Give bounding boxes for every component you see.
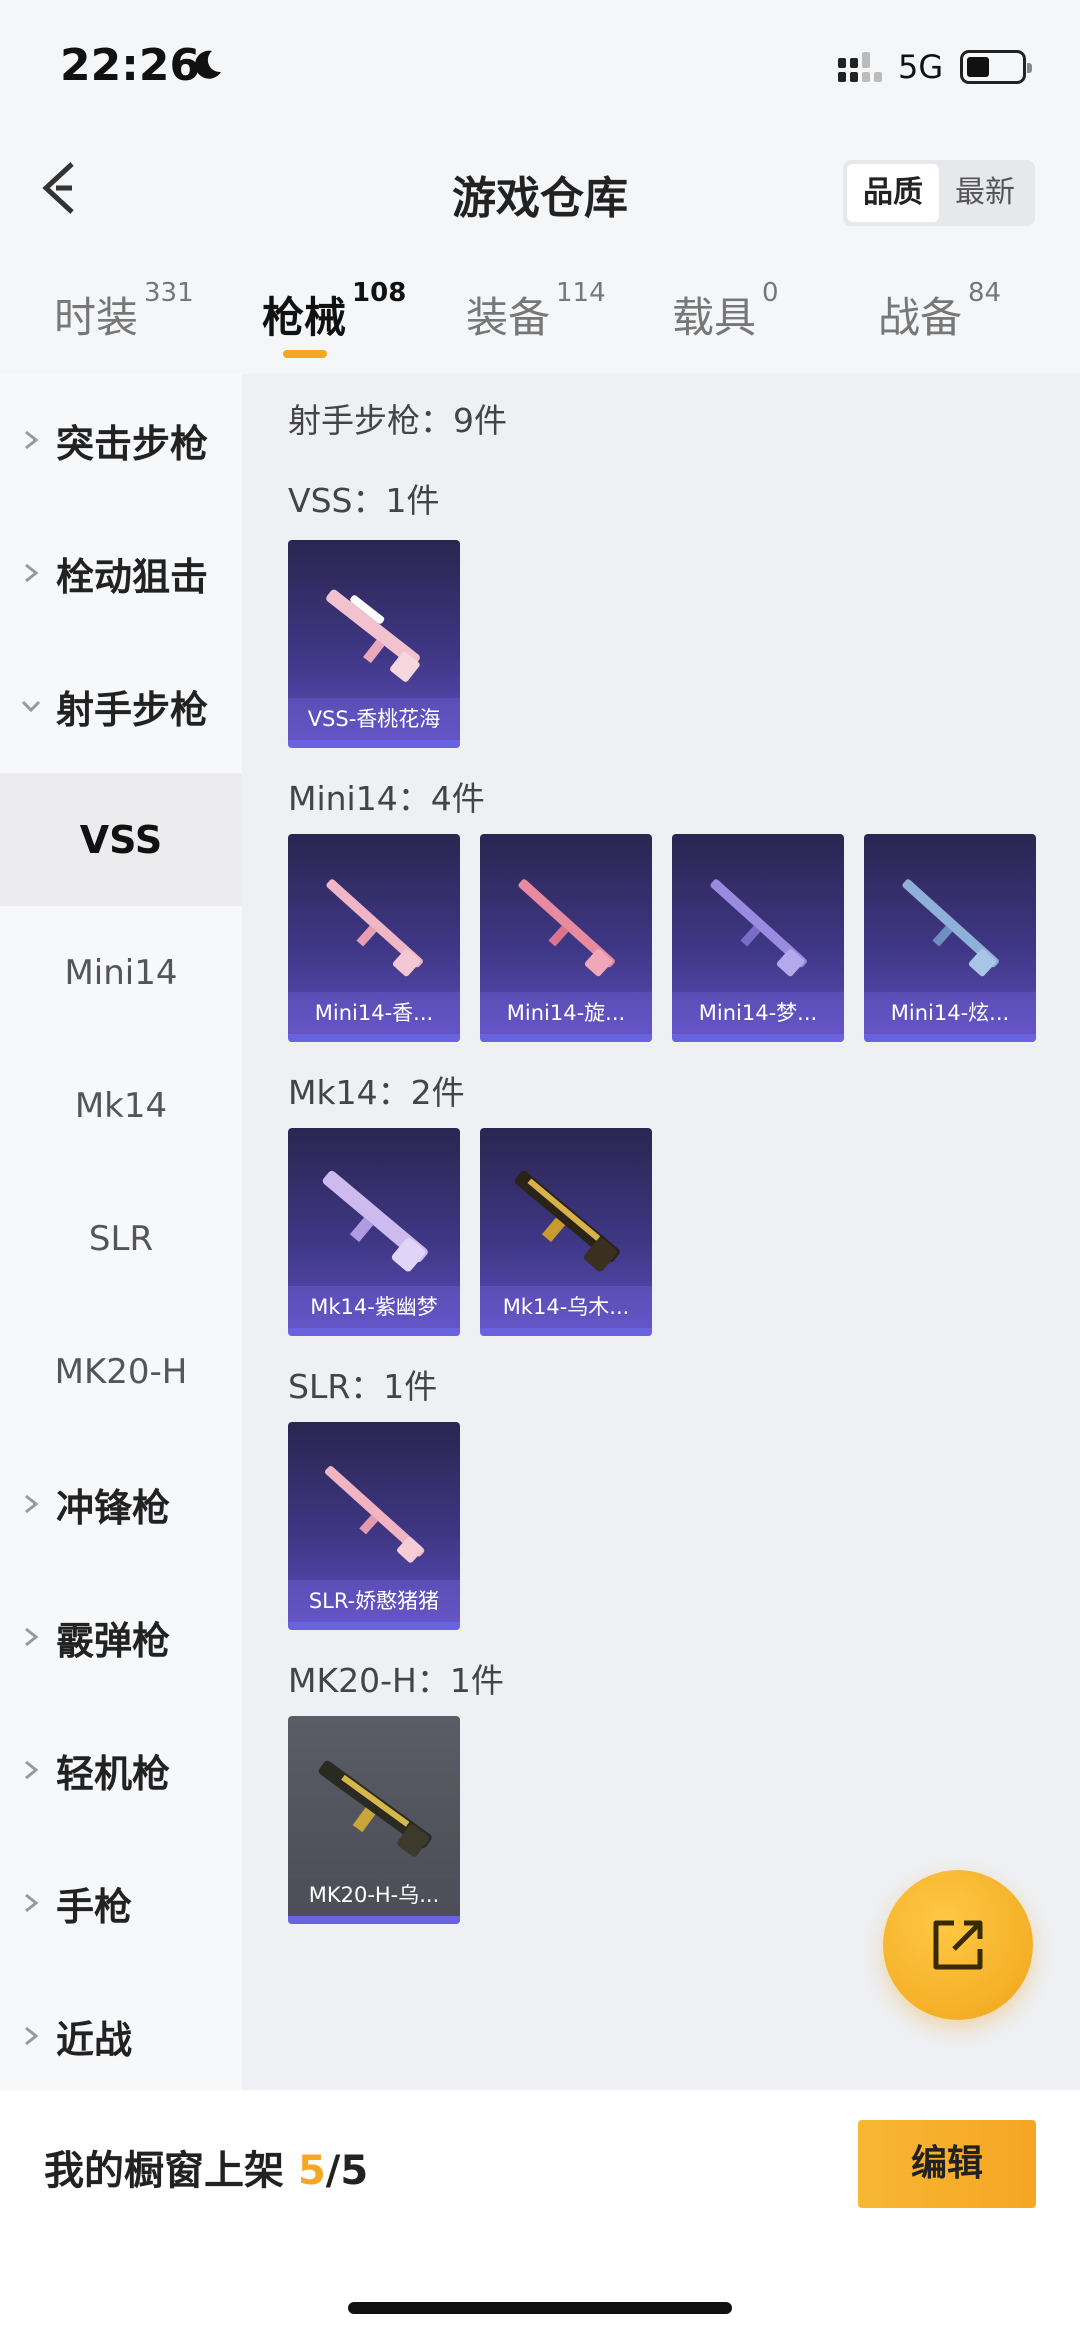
weapon-card[interactable]: Mini14-旋... [480, 834, 652, 1042]
rifle-skin-image [514, 1170, 620, 1272]
sort-quality-button[interactable]: 品质 [847, 164, 939, 222]
rifle-skin-image [902, 879, 999, 977]
rifle-skin-image [710, 879, 807, 977]
sidebar-item-bolt-sniper[interactable]: 栓动狙击 [0, 507, 242, 640]
section-title: Mk14：2件 [288, 1073, 465, 1112]
header: 游戏仓库 品质 最新 [0, 130, 1080, 250]
sidebar-item-vss[interactable]: VSS [0, 773, 242, 906]
sidebar-item-mini14[interactable]: Mini14 [0, 906, 242, 1039]
weapon-list: 射手步枪：9件 VSS：1件 VSS-香桃花海 Mini14：4件 Mini14… [242, 374, 1080, 2090]
weapon-name: Mini14-梦... [672, 992, 844, 1034]
tab-supplies[interactable]: 战备 84 [878, 278, 1001, 345]
tab-equipment[interactable]: 装备 114 [466, 278, 606, 345]
tab-weapons[interactable]: 枪械 108 [262, 278, 406, 345]
tab-outfits[interactable]: 时装 331 [54, 278, 194, 345]
section-title: Mini14：4件 [288, 779, 485, 818]
weapon-name: Mini14-旋... [480, 992, 652, 1034]
chevron-right-icon [25, 2026, 39, 2046]
sidebar-item-smg[interactable]: 冲锋枪 [0, 1438, 242, 1571]
rarity-bar [288, 1916, 460, 1924]
rarity-bar [480, 1328, 652, 1336]
category-tabs: 时装 331 枪械 108 装备 114 载具 0 战备 84 [0, 262, 1080, 372]
rifle-skin-image [322, 1170, 428, 1272]
rarity-bar [288, 1622, 460, 1630]
sidebar-item-mk14[interactable]: Mk14 [0, 1039, 242, 1172]
sort-toggle: 品质 最新 [843, 160, 1035, 226]
weapon-name: Mk14-紫幽梦 [288, 1286, 460, 1328]
battery-icon [960, 50, 1032, 84]
sidebar-item-mk20h[interactable]: MK20-H [0, 1305, 242, 1438]
weapon-name: MK20-H-乌... [288, 1874, 460, 1916]
share-external-icon [933, 1920, 983, 1970]
rifle-skin-image [518, 879, 615, 977]
weapon-card[interactable]: SLR-娇憨猪猪 [288, 1422, 460, 1630]
category-title: 射手步枪：9件 [288, 401, 507, 440]
chevron-right-icon [25, 1760, 39, 1780]
edit-button[interactable]: 编辑 [858, 2120, 1036, 2208]
rarity-bar [288, 1328, 460, 1336]
chevron-right-icon [25, 1627, 39, 1647]
status-bar: 22:26 5G [0, 0, 1080, 130]
weapon-name: Mini14-炫... [864, 992, 1036, 1034]
chevron-right-icon [25, 1494, 39, 1514]
sidebar-item-melee[interactable]: 近战 [0, 1970, 242, 2103]
chevron-right-icon [25, 563, 39, 583]
showcase-count: 5 [297, 2148, 326, 2194]
rarity-bar [480, 1034, 652, 1042]
weapon-name: Mini14-香... [288, 992, 460, 1034]
rarity-bar [672, 1034, 844, 1042]
rarity-bar [864, 1034, 1036, 1042]
weapon-card[interactable]: Mk14-乌木... [480, 1128, 652, 1336]
sidebar-item-assault-rifle[interactable]: 突击步枪 [0, 374, 242, 507]
bottom-bar: 我的橱窗上架 5/5 编辑 [0, 2090, 1080, 2337]
moon-icon [195, 50, 221, 79]
rarity-bar [288, 740, 460, 748]
weapon-name: VSS-香桃花海 [288, 698, 460, 740]
section-title: MK20-H：1件 [288, 1661, 504, 1700]
chevron-right-icon [25, 1893, 39, 1913]
section-title: SLR：1件 [288, 1367, 438, 1406]
weapon-card[interactable]: Mini14-炫... [864, 834, 1036, 1042]
weapon-card[interactable]: MK20-H-乌... [288, 1716, 460, 1924]
weapon-name: SLR-娇憨猪猪 [288, 1580, 460, 1622]
sidebar-item-shotgun[interactable]: 霰弹枪 [0, 1571, 242, 1704]
home-indicator[interactable] [348, 2302, 732, 2314]
showcase-status: 我的橱窗上架 5/5 [44, 2148, 369, 2194]
sort-newest-button[interactable]: 最新 [939, 164, 1031, 222]
sidebar: 突击步枪 栓动狙击 射手步枪 VSS Mini14 Mk14 SLR MK20-… [0, 374, 242, 2090]
sidebar-item-marksman-rifle[interactable]: 射手步枪 [0, 640, 242, 773]
section-title: VSS：1件 [288, 481, 440, 520]
rifle-skin-image [318, 1760, 432, 1857]
weapon-name: Mk14-乌木... [480, 1286, 652, 1328]
weapon-card[interactable]: VSS-香桃花海 [288, 540, 460, 748]
signal-icon [838, 52, 882, 82]
rifle-skin-image [324, 1465, 425, 1563]
clock: 22:26 [60, 40, 201, 91]
sidebar-item-slr[interactable]: SLR [0, 1172, 242, 1305]
rifle-skin-image [326, 589, 420, 682]
weapon-card[interactable]: Mini14-香... [288, 834, 460, 1042]
chevron-right-icon [25, 430, 39, 450]
rifle-skin-image [326, 879, 423, 977]
tab-vehicles[interactable]: 载具 0 [672, 278, 779, 345]
network-type: 5G [898, 48, 944, 86]
active-tab-indicator [283, 350, 327, 358]
sidebar-item-lmg[interactable]: 轻机枪 [0, 1704, 242, 1837]
chevron-down-icon [21, 700, 41, 713]
weapon-card[interactable]: Mk14-紫幽梦 [288, 1128, 460, 1336]
sidebar-item-pistol[interactable]: 手枪 [0, 1837, 242, 1970]
weapon-card[interactable]: Mini14-梦... [672, 834, 844, 1042]
share-button[interactable] [883, 1870, 1033, 2020]
rarity-bar [288, 1034, 460, 1042]
